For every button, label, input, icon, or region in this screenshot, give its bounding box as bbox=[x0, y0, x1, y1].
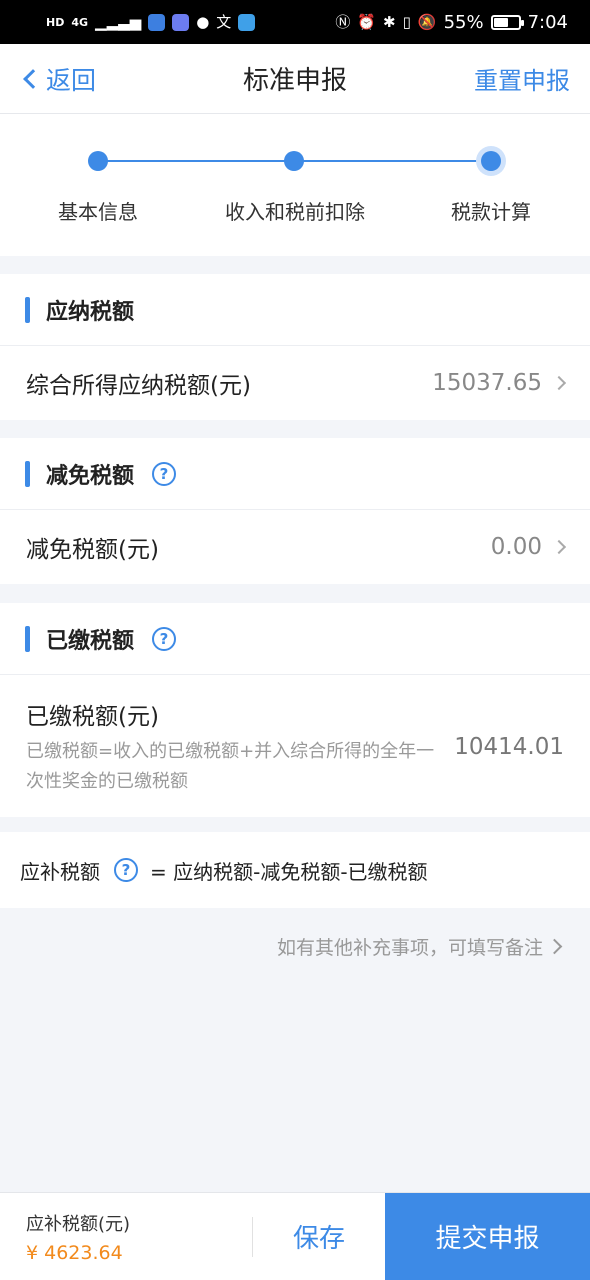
section-title: 应纳税额 bbox=[46, 299, 135, 325]
step-dot-tax-calculation bbox=[481, 151, 501, 171]
tax-payable-row[interactable]: 综合所得应纳税额(元) 15037.65 bbox=[0, 346, 590, 420]
section-accent-bar bbox=[25, 460, 30, 487]
hd-indicator: HD bbox=[46, 15, 65, 29]
section-tax-payable: 应纳税额 综合所得应纳税额(元) 15037.65 bbox=[0, 274, 590, 420]
formula-expression: = 应纳税额-减免税额-已缴税额 bbox=[150, 859, 428, 884]
help-icon[interactable]: ? bbox=[114, 858, 138, 882]
battery-icon bbox=[490, 14, 524, 30]
section-accent-bar bbox=[25, 625, 30, 652]
nav-bar: 返回 标准申报 重置申报 bbox=[0, 44, 590, 114]
music-app-icon bbox=[172, 13, 190, 31]
tax-relief-value: 0.00 bbox=[490, 534, 542, 560]
row-label: 减免税额(元) bbox=[26, 537, 159, 563]
formula-label: 应补税额 bbox=[20, 859, 100, 884]
step-connector bbox=[294, 160, 491, 162]
translate-icon: 文 bbox=[216, 12, 232, 31]
amount-summary: 应补税额(元) ¥ 4623.64 bbox=[0, 1210, 252, 1264]
row-label: 综合所得应纳税额(元) bbox=[26, 373, 251, 399]
reset-declaration-button[interactable]: 重置申报 bbox=[474, 61, 570, 96]
status-bar-left: HD 4G ▁▂▃▅ ● 文 bbox=[46, 12, 256, 31]
signal-icon: ▁▂▃▅ bbox=[95, 12, 142, 31]
section-header: 应纳税额 bbox=[0, 274, 590, 346]
section-tax-paid: 已缴税额 ? 已缴税额(元) 已缴税额=收入的已缴税额+并入综合所得的全年一次性… bbox=[0, 603, 590, 817]
help-icon[interactable]: ? bbox=[152, 626, 177, 651]
vibrate-icon: ▯ bbox=[402, 12, 411, 31]
step-label-basic-info: 基本信息 bbox=[58, 200, 138, 224]
amount-value: ¥ 4623.64 bbox=[26, 1241, 123, 1264]
chevron-right-icon bbox=[551, 539, 567, 555]
section-header: 减免税额 ? bbox=[0, 438, 590, 510]
progress-steps: 基本信息 收入和税前扣除 税款计算 bbox=[0, 114, 590, 256]
bottom-action-bar: 应补税额(元) ¥ 4623.64 保存 提交申报 bbox=[0, 1192, 590, 1280]
bird-app-icon bbox=[238, 13, 256, 31]
back-label: 返回 bbox=[46, 65, 97, 95]
amount-label: 应补税额(元) bbox=[26, 1213, 131, 1235]
step-dot-basic-info bbox=[88, 151, 108, 171]
back-button[interactable]: 返回 bbox=[22, 61, 96, 97]
tax-paid-value: 10414.01 bbox=[454, 734, 564, 760]
section-tax-relief: 减免税额 ? 减免税额(元) 0.00 bbox=[0, 438, 590, 584]
step-dot-income-deduction bbox=[284, 151, 304, 171]
chevron-left-icon bbox=[23, 68, 43, 89]
app-notification-icon bbox=[148, 13, 166, 31]
status-bar-right: Ⓝ ⏰ ✱ ▯ 🔕 55% 7:04 bbox=[335, 12, 568, 33]
save-button[interactable]: 保存 bbox=[253, 1218, 385, 1255]
clock: 7:04 bbox=[527, 11, 568, 33]
supplementary-tax-formula: 应补税额 ? = 应纳税额-减免税额-已缴税额 bbox=[0, 832, 590, 908]
tax-relief-row[interactable]: 减免税额(元) 0.00 bbox=[0, 510, 590, 584]
help-icon[interactable]: ? bbox=[152, 461, 177, 486]
network-type-indicator: 4G bbox=[71, 15, 89, 29]
tax-payable-value: 15037.65 bbox=[432, 370, 542, 396]
bluetooth-icon: ✱ bbox=[383, 12, 396, 31]
chevron-right-icon bbox=[546, 938, 563, 955]
step-connector bbox=[98, 160, 294, 162]
section-title: 减免税额 bbox=[46, 463, 135, 489]
remark-link-label: 如有其他补充事项，可填写备注 bbox=[276, 937, 543, 959]
step-label-tax-calculation: 税款计算 bbox=[451, 200, 531, 224]
add-remark-link[interactable]: 如有其他补充事项，可填写备注 bbox=[276, 933, 563, 960]
section-header: 已缴税额 ? bbox=[0, 603, 590, 675]
nfc-icon: Ⓝ bbox=[335, 12, 351, 31]
tax-paid-row: 已缴税额(元) 已缴税额=收入的已缴税额+并入综合所得的全年一次性奖金的已缴税额… bbox=[0, 675, 590, 817]
section-title: 已缴税额 bbox=[46, 628, 135, 654]
mute-bell-icon: 🔕 bbox=[417, 12, 437, 31]
step-label-income-deduction: 收入和税前扣除 bbox=[225, 200, 365, 224]
status-bar: HD 4G ▁▂▃▅ ● 文 Ⓝ ⏰ ✱ ▯ 🔕 55% 7:04 bbox=[0, 0, 590, 44]
section-accent-bar bbox=[25, 296, 30, 323]
alarm-icon: ⏰ bbox=[357, 12, 377, 31]
chevron-right-icon bbox=[551, 375, 567, 391]
battery-percent: 55% bbox=[443, 11, 484, 33]
qq-icon: ● bbox=[196, 12, 210, 31]
submit-declaration-button[interactable]: 提交申报 bbox=[385, 1192, 590, 1280]
row-description: 已缴税额=收入的已缴税额+并入综合所得的全年一次性奖金的已缴税额 bbox=[26, 741, 435, 792]
row-label: 已缴税额(元) bbox=[26, 704, 159, 730]
